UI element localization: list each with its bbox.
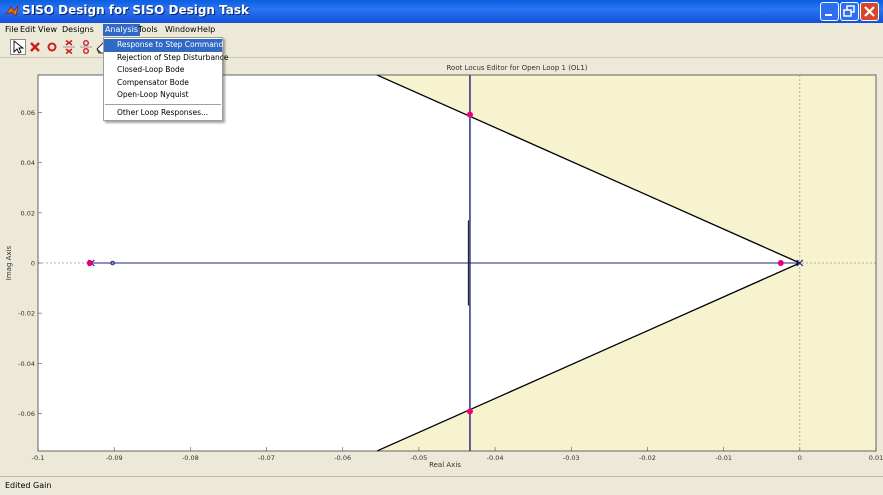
add-pole-icon: [30, 42, 40, 52]
restore-icon: [843, 5, 855, 17]
maximize-button[interactable]: [840, 2, 859, 21]
x-tick-label-11: 0.01: [869, 454, 883, 462]
menu-edit[interactable]: Edit: [18, 24, 38, 36]
x-tick-label-3: -0.07: [258, 454, 275, 462]
chart-title: Root Locus Editor for Open Loop 1 (OL1): [446, 64, 587, 72]
menu-item-open-loop-nyquist[interactable]: Open-Loop Nyquist: [104, 89, 222, 102]
add-complex-zero-button[interactable]: [78, 39, 94, 55]
menu-item-compensator-bode[interactable]: Compensator Bode: [104, 77, 222, 90]
close-icon: [864, 6, 875, 17]
x-tick-label-2: -0.08: [182, 454, 199, 462]
x-tick-label-8: -0.02: [639, 454, 656, 462]
closed-loop-pole-1[interactable]: [777, 260, 784, 266]
pointer-tool-button[interactable]: [10, 39, 26, 55]
menu-tools[interactable]: Tools: [136, 24, 160, 36]
x-tick-label-6: -0.04: [487, 454, 504, 462]
menu-bar: File Edit View Designs Analysis Tools Wi…: [0, 23, 883, 37]
x-tick-label-1: -0.09: [106, 454, 123, 462]
closed-loop-pole-0[interactable]: [86, 260, 93, 266]
menu-item-rejection-of-step-disturbance[interactable]: Rejection of Step Disturbance: [104, 52, 229, 65]
x-tick-label-0: -0.1: [32, 454, 45, 462]
y-tick-label-3: 0: [31, 260, 35, 268]
menu-separator: [105, 103, 221, 105]
x-tick-label-7: -0.03: [563, 454, 580, 462]
menu-designs[interactable]: Designs: [60, 24, 96, 36]
add-complex-zero-icon: [80, 40, 92, 54]
analysis-menu-dropdown: Response to Step Command Rejection of St…: [103, 37, 229, 121]
y-tick-label-4: -0.02: [18, 310, 35, 318]
close-button[interactable]: [860, 2, 879, 21]
x-tick-label-10: 0: [798, 454, 802, 462]
menu-view[interactable]: View: [36, 24, 59, 36]
add-complex-pole-button[interactable]: [61, 39, 77, 55]
closed-loop-pole-2[interactable]: [466, 111, 473, 118]
y-tick-label-6: -0.06: [18, 410, 35, 418]
status-text: Edited Gain: [5, 481, 52, 490]
window-title: SISO Design for SISO Design Task: [22, 3, 250, 17]
y-axis-label: Imag Axis: [5, 245, 13, 280]
menu-item-closed-loop-bode[interactable]: Closed-Loop Bode: [104, 64, 222, 77]
y-tick-label-2: 0.02: [21, 209, 35, 217]
add-zero-icon: [47, 42, 57, 52]
menu-item-other-loop-responses[interactable]: Other Loop Responses...: [104, 107, 222, 120]
menu-analysis[interactable]: Analysis: [103, 24, 140, 36]
y-tick-label-5: -0.04: [18, 360, 35, 368]
matlab-logo-icon: [5, 5, 19, 17]
x-tick-label-5: -0.05: [410, 454, 427, 462]
add-complex-pole-icon: [63, 39, 75, 55]
closed-loop-pole-3[interactable]: [466, 408, 473, 415]
add-zero-button[interactable]: [44, 39, 60, 55]
y-tick-label-0: 0.06: [21, 109, 35, 117]
menu-help[interactable]: Help: [195, 24, 217, 36]
status-bar: Edited Gain: [0, 476, 883, 495]
add-pole-button[interactable]: [27, 39, 43, 55]
x-axis-label: Real Axis: [429, 461, 461, 469]
title-bar: SISO Design for SISO Design Task: [0, 0, 883, 23]
menu-window[interactable]: Window: [163, 24, 199, 36]
menu-item-response-to-step-command[interactable]: Response to Step Command: [104, 39, 223, 52]
minimize-button[interactable]: [820, 2, 839, 21]
x-tick-label-9: -0.01: [715, 454, 732, 462]
pointer-icon: [13, 40, 25, 54]
minimize-icon: [825, 14, 832, 16]
y-tick-label-1: 0.04: [21, 159, 35, 167]
x-tick-label-4: -0.06: [334, 454, 351, 462]
